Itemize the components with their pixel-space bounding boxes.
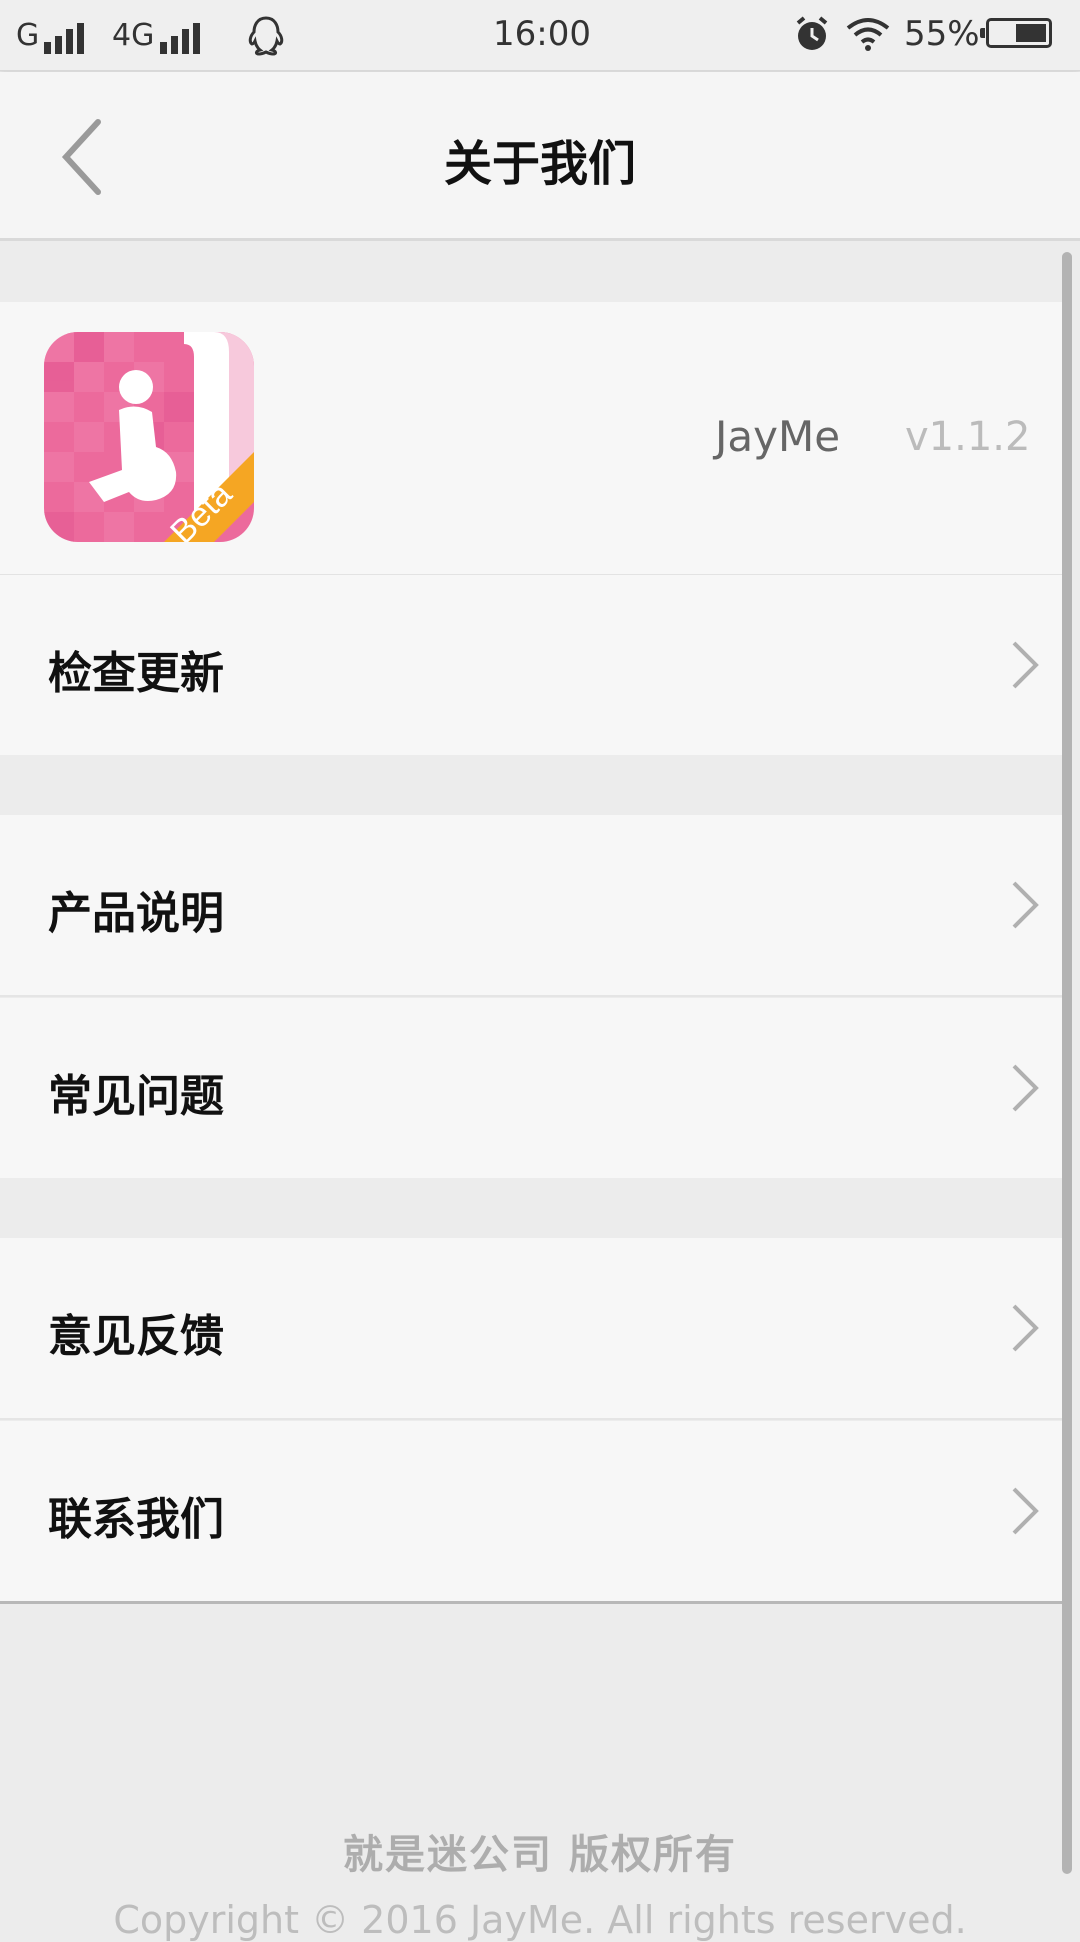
faq-label: 常见问题 bbox=[48, 1071, 224, 1122]
chevron-right-icon bbox=[1012, 1304, 1039, 1352]
network-type-label: 4G bbox=[112, 18, 155, 53]
list-bottom-divider bbox=[0, 1601, 1062, 1604]
page-title: 关于我们 bbox=[443, 136, 636, 192]
chevron-right-icon bbox=[1012, 881, 1039, 929]
app-logo-icon: Beta bbox=[44, 332, 254, 542]
signal-icon bbox=[160, 20, 220, 54]
check-update-label: 检查更新 bbox=[48, 648, 224, 699]
wifi-icon bbox=[846, 18, 890, 51]
chevron-right-icon bbox=[1012, 641, 1039, 689]
product-info-row[interactable]: 产品说明 bbox=[0, 815, 1062, 997]
app-version: v1.1.2 bbox=[905, 414, 1031, 460]
feedback-label: 意见反馈 bbox=[48, 1311, 224, 1362]
header: 关于我们 bbox=[0, 72, 1080, 241]
app-name: JayMe bbox=[715, 412, 841, 461]
app-logo: Beta bbox=[44, 332, 254, 542]
copyright-cn: 就是迷公司 版权所有 bbox=[343, 1832, 737, 1878]
alarm-icon bbox=[796, 16, 828, 50]
chevron-right-icon bbox=[1012, 1487, 1039, 1535]
contact-label: 联系我们 bbox=[48, 1494, 224, 1545]
clock: 16:00 bbox=[493, 14, 591, 54]
battery-icon bbox=[980, 18, 1052, 48]
app-info-card: Beta JayMe v1.1.2 bbox=[0, 302, 1062, 576]
copyright-en: Copyright © 2016 JayMe. All rights reser… bbox=[113, 1898, 967, 1942]
faq-row[interactable]: 常见问题 bbox=[0, 998, 1062, 1178]
battery-level bbox=[1016, 24, 1046, 42]
signal-icon bbox=[44, 20, 104, 54]
contact-row[interactable]: 联系我们 bbox=[0, 1421, 1062, 1601]
status-bar: G 4G 16:00 55% bbox=[0, 0, 1080, 71]
qq-penguin-icon bbox=[248, 16, 284, 56]
check-update-row[interactable]: 检查更新 bbox=[0, 575, 1062, 755]
scrollbar[interactable] bbox=[1062, 252, 1072, 1874]
product-info-label: 产品说明 bbox=[48, 888, 224, 939]
battery-percent: 55% bbox=[904, 14, 980, 54]
network-type-label: G bbox=[16, 18, 40, 53]
feedback-row[interactable]: 意见反馈 bbox=[0, 1238, 1062, 1420]
chevron-right-icon bbox=[1012, 1064, 1039, 1112]
